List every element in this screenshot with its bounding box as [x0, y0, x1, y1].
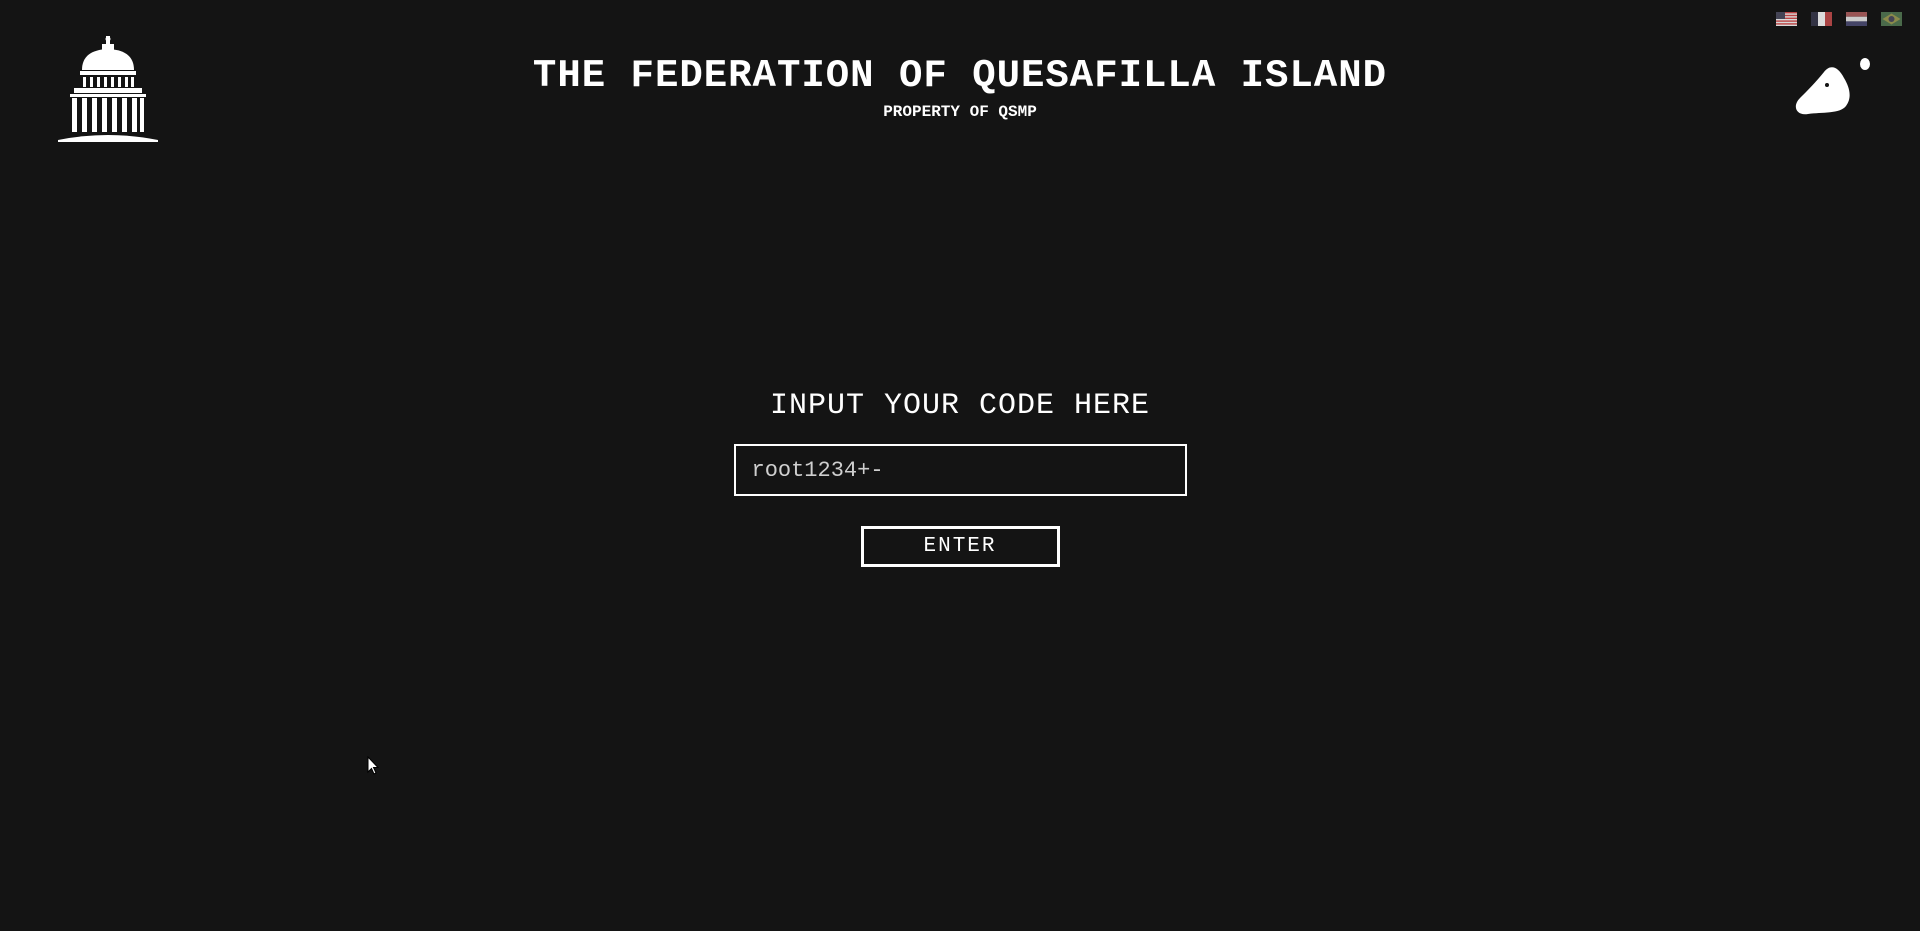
page-subtitle: PROPERTY OF QSMP	[883, 103, 1037, 121]
us-flag-icon[interactable]	[1776, 12, 1797, 26]
mouse-cursor-icon	[367, 756, 379, 775]
page-title: THE FEDERATION OF QUESAFILLA ISLAND	[532, 54, 1388, 98]
header: THE FEDERATION OF QUESAFILLA ISLAND PROP…	[0, 52, 1920, 122]
brazil-flag-icon[interactable]	[1881, 12, 1902, 26]
enter-button[interactable]: ENTER	[860, 526, 1060, 567]
code-input[interactable]	[733, 444, 1187, 496]
blob-icon	[1795, 58, 1870, 115]
france-flag-icon[interactable]	[1811, 12, 1832, 26]
language-flags	[1776, 12, 1902, 26]
code-form: INPUT YOUR CODE HERE ENTER	[0, 386, 1920, 567]
netherlands-flag-icon[interactable]	[1846, 12, 1867, 26]
code-prompt: INPUT YOUR CODE HERE	[769, 389, 1151, 423]
page: THE FEDERATION OF QUESAFILLA ISLAND PROP…	[0, 0, 1920, 931]
